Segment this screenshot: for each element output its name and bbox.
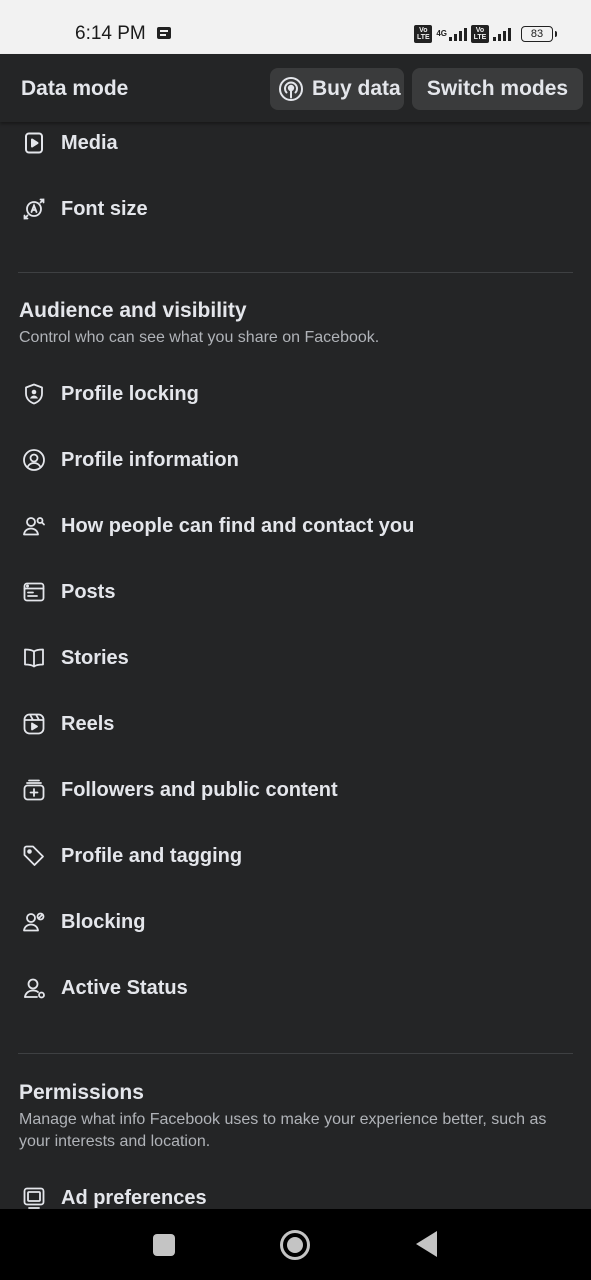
status-indicators: Vo LTE 4G Vo LTE 83 [414, 24, 557, 44]
settings-item-ad-preferences[interactable]: Ad preferences [0, 1173, 591, 1209]
settings-item-blocking[interactable]: Blocking [0, 897, 591, 947]
section-description-permissions: Manage what info Facebook uses to make y… [19, 1111, 547, 1150]
settings-item-label: Profile locking [61, 382, 199, 405]
section-divider [18, 1053, 573, 1054]
settings-item-label: Blocking [61, 910, 146, 933]
settings-item-media[interactable]: Media [0, 122, 591, 168]
section-title-permissions: Permissions [19, 1081, 144, 1104]
book-icon [21, 645, 47, 671]
settings-item-font-size[interactable]: Font size [0, 184, 591, 234]
settings-item-reels[interactable]: Reels [0, 699, 591, 749]
settings-item-label: Ad preferences [61, 1186, 207, 1209]
settings-item-label: Font size [61, 197, 148, 220]
settings-item-posts[interactable]: Posts [0, 567, 591, 617]
settings-item-find-contact[interactable]: How people can find and contact you [0, 501, 591, 551]
settings-item-label: Reels [61, 712, 115, 735]
volte-icon-2: Vo LTE [471, 25, 489, 43]
settings-item-stories[interactable]: Stories [0, 633, 591, 683]
person-search-icon [21, 513, 47, 539]
buy-data-button[interactable]: Buy data [270, 68, 404, 110]
settings-item-profile-information[interactable]: Profile information [0, 435, 591, 485]
buy-data-label: Buy data [312, 77, 401, 100]
message-notification-icon [157, 27, 171, 39]
settings-item-label: Active Status [61, 976, 188, 999]
person-block-icon [21, 909, 47, 935]
status-time: 6:14 PM [75, 23, 146, 44]
settings-item-label: Profile information [61, 448, 239, 471]
broadcast-icon [278, 76, 312, 102]
network-type: 4G [436, 29, 447, 38]
home-button[interactable] [280, 1230, 310, 1260]
tag-icon [21, 843, 47, 869]
settings-list: Media Font size Audience and visibility … [0, 122, 591, 1209]
battery-icon: 83 [521, 26, 557, 42]
person-active-icon [21, 975, 47, 1001]
followers-icon [21, 777, 47, 803]
system-nav-bar [0, 1209, 591, 1280]
settings-item-followers[interactable]: Followers and public content [0, 765, 591, 815]
settings-item-label: Profile and tagging [61, 844, 243, 867]
settings-item-label: Stories [61, 646, 129, 669]
ad-preferences-icon [21, 1185, 47, 1209]
font-size-icon [21, 196, 47, 222]
section-divider [18, 272, 573, 273]
app-header: Data mode Buy data Switch modes [0, 54, 591, 122]
settings-item-profile-tagging[interactable]: Profile and tagging [0, 831, 591, 881]
media-play-icon [21, 130, 47, 156]
signal-icon-2 [493, 27, 511, 41]
settings-item-label: Posts [61, 580, 116, 603]
settings-item-active-status[interactable]: Active Status [0, 963, 591, 1013]
recents-button[interactable] [153, 1234, 175, 1256]
section-title-audience: Audience and visibility [19, 299, 247, 322]
person-circle-icon [21, 447, 47, 473]
status-bar: 6:14 PM Vo LTE 4G Vo LTE 83 [0, 0, 591, 54]
posts-icon [21, 579, 47, 605]
data-mode-title: Data mode [21, 77, 129, 100]
settings-item-label: Followers and public content [61, 778, 338, 801]
switch-modes-label: Switch modes [426, 77, 569, 100]
shield-person-icon [21, 381, 47, 407]
volte-icon: Vo LTE [414, 25, 433, 43]
settings-item-label: How people can find and contact you [61, 514, 415, 537]
back-button[interactable] [416, 1231, 437, 1257]
section-description-audience: Control who can see what you share on Fa… [19, 329, 380, 346]
switch-modes-button[interactable]: Switch modes [412, 68, 583, 110]
reels-icon [21, 711, 47, 737]
settings-item-profile-locking[interactable]: Profile locking [0, 369, 591, 419]
signal-icon [449, 27, 467, 41]
settings-item-label: Media [61, 131, 118, 154]
